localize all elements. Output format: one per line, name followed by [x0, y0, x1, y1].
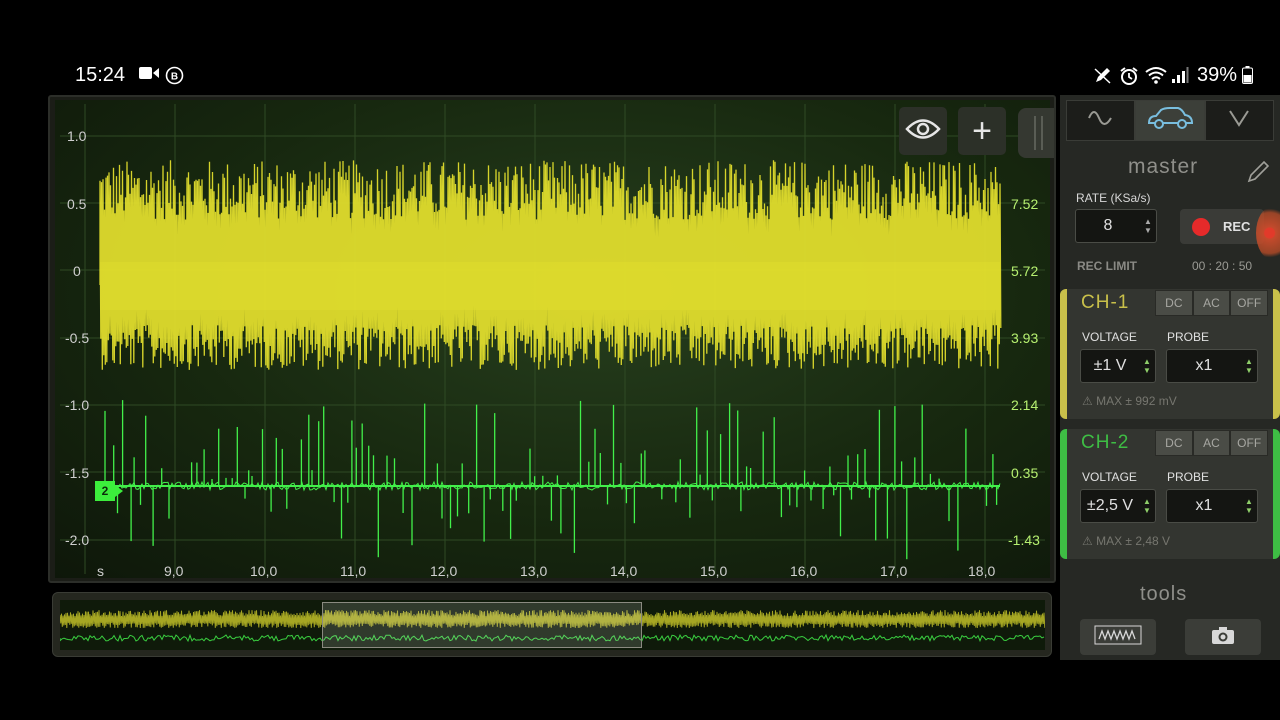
right-axis-label: 5.72 — [1011, 263, 1039, 279]
time-tick-label: 16,0 — [790, 563, 818, 579]
ch2-voltage-select[interactable]: ±2,5 V ▲ ▼ — [1080, 489, 1156, 523]
tab-waveform[interactable] — [1066, 100, 1136, 141]
ch2-dc-button[interactable]: DC — [1155, 430, 1193, 456]
eye-icon — [905, 118, 941, 145]
time-tick-label: 12,0 — [430, 563, 458, 579]
ch2-ac-button[interactable]: AC — [1192, 430, 1231, 456]
stepper-arrows-icon[interactable]: ▲ ▼ — [1139, 497, 1155, 515]
left-axis-label: -0.5 — [65, 330, 90, 346]
screenshot-button[interactable] — [1185, 619, 1261, 655]
record-dot-icon — [1192, 217, 1210, 236]
ch1-off-button[interactable]: OFF — [1230, 290, 1269, 316]
tab-dropdown[interactable] — [1204, 100, 1274, 141]
ch1-probe-select[interactable]: x1 ▲ ▼ — [1166, 349, 1258, 383]
channel-1-title[interactable]: CH-1 — [1081, 292, 1129, 314]
left-axis-label: -1.0 — [65, 397, 90, 413]
ch2-waveform — [99, 400, 1001, 560]
left-axis-label: -1.5 — [65, 465, 90, 481]
time-tick-label: 14,0 — [610, 563, 638, 579]
square-wave-icon — [1094, 625, 1142, 650]
right-axis-label: 3.93 — [1011, 330, 1039, 346]
ch2-probe-value: x1 — [1195, 497, 1213, 514]
channel-2-coupling: DC AC OFF — [1155, 430, 1269, 456]
channel-1-coupling: DC AC OFF — [1155, 290, 1269, 316]
time-tick-label: 15,0 — [700, 563, 728, 579]
ch2-probe-select[interactable]: x1 ▲ ▼ — [1166, 489, 1258, 523]
right-axis-label: 7.52 — [1011, 196, 1039, 212]
pencil-icon — [1246, 160, 1270, 189]
ch2-voltage-value: ±2,5 V — [1086, 497, 1134, 514]
visibility-button[interactable] — [899, 107, 947, 155]
left-axis-label: 0 — [73, 263, 81, 279]
stepper-arrows-icon[interactable]: ▲ ▼ — [1139, 357, 1155, 375]
chevron-down-icon — [1227, 108, 1251, 133]
rate-value: 8 — [1103, 217, 1113, 234]
time-tick-label: 13,0 — [520, 563, 548, 579]
edit-button[interactable] — [1246, 160, 1270, 190]
time-tick-label: 10,0 — [250, 563, 278, 579]
ch1-voltage-value: ±1 V — [1093, 357, 1127, 374]
left-axis-label: 0.5 — [67, 196, 87, 212]
time-tick-label: 17,0 — [880, 563, 908, 579]
mode-tabs — [1066, 100, 1274, 141]
ch1-ac-button[interactable]: AC — [1192, 290, 1231, 316]
rate-stepper[interactable]: 8 ▲ ▼ — [1075, 209, 1157, 243]
stepper-arrows-icon[interactable]: ▲ ▼ — [1241, 497, 1257, 515]
tab-automotive[interactable] — [1135, 100, 1205, 141]
ch1-probe-value: x1 — [1195, 357, 1213, 374]
rec-limit-label: REC LIMIT — [1077, 259, 1137, 273]
time-tick-label: 18,0 — [968, 563, 996, 579]
ch1-probe-label: PROBE — [1167, 330, 1210, 344]
right-axis-label: 0.35 — [1011, 465, 1039, 481]
sine-wave-icon — [1087, 108, 1115, 133]
ch1-voltage-select[interactable]: ±1 V ▲ ▼ — [1080, 349, 1156, 383]
rec-limit-value[interactable]: 00 : 20 : 50 — [1192, 259, 1252, 273]
add-button[interactable]: + — [958, 107, 1006, 155]
left-axis-label: -2.0 — [65, 532, 90, 548]
car-icon — [1146, 106, 1194, 135]
channel-2-title[interactable]: CH-2 — [1081, 432, 1129, 454]
overview-viewport-window[interactable] — [322, 602, 642, 648]
right-axis-label: -1.43 — [1008, 532, 1040, 548]
ch1-max-warning: ⚠ MAX ± 992 mV — [1082, 394, 1177, 408]
right-axis-label: 2.14 — [1011, 397, 1039, 413]
camera-icon — [1211, 625, 1235, 650]
left-axis-label: 1.0 — [67, 128, 87, 144]
ch1-dc-button[interactable]: DC — [1155, 290, 1193, 316]
rate-label: RATE (KSa/s) — [1076, 191, 1151, 205]
time-tick-label: 11,0 — [340, 563, 367, 579]
ch1-voltage-label: VOLTAGE — [1082, 330, 1137, 344]
time-unit-label: s — [97, 563, 104, 579]
waveform-tool-button[interactable] — [1080, 619, 1156, 655]
time-tick-label: 9,0 — [164, 563, 184, 579]
preset-title: master — [1128, 155, 1199, 178]
stepper-arrows-icon[interactable]: ▲ ▼ — [1140, 217, 1156, 235]
record-label: REC — [1223, 219, 1251, 234]
tools-title: tools — [1140, 583, 1188, 605]
record-button[interactable]: REC — [1180, 209, 1264, 244]
ch2-off-button[interactable]: OFF — [1230, 430, 1269, 456]
panel-drag-handle[interactable] — [1018, 108, 1054, 158]
ch2-voltage-label: VOLTAGE — [1082, 470, 1137, 484]
stepper-arrows-icon[interactable]: ▲ ▼ — [1241, 357, 1257, 375]
ch1-waveform-core — [100, 262, 1000, 310]
ch2-probe-label: PROBE — [1167, 470, 1210, 484]
ch2-offset-marker[interactable]: 2 — [95, 481, 123, 501]
ch2-max-warning: ⚠ MAX ± 2,48 V — [1082, 534, 1171, 548]
